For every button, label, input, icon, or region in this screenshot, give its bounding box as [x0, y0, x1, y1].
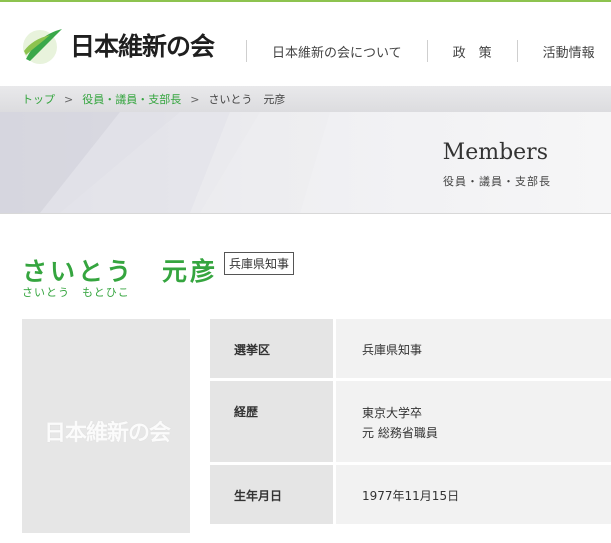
- member-photo-placeholder: 日本維新の会: [22, 319, 190, 533]
- main-nav: 日本維新の会について 政 策 活動情報: [246, 40, 611, 62]
- breadcrumb: トップ > 役員・議員・支部長 > さいとう 元彦: [0, 86, 611, 112]
- info-value-line: 1977年11月15日: [362, 489, 460, 503]
- page-title: Members: [442, 140, 548, 165]
- info-label: 生年月日: [210, 465, 333, 524]
- page-subtitle: 役員・議員・支部長: [443, 175, 551, 188]
- logo-text: 日本維新の会: [70, 32, 215, 61]
- info-value: 東京大学卒 元 総務省職員: [336, 381, 611, 462]
- site-logo[interactable]: 日本維新の会: [20, 25, 215, 65]
- member-info-table: 選挙区 兵庫県知事 経歴 東京大学卒 元 総務省職員 生年月日 1977年11月…: [210, 319, 611, 527]
- post-badge: 兵庫県知事: [224, 252, 295, 275]
- nav-policy[interactable]: 政 策: [428, 42, 517, 61]
- breadcrumb-members-link[interactable]: 役員・議員・支部長: [82, 91, 181, 107]
- member-name-kana: さいとう もとひこ: [22, 286, 130, 299]
- leaf-logo-icon: [23, 29, 62, 64]
- info-row-career: 経歴 東京大学卒 元 総務省職員: [210, 381, 611, 462]
- info-value-line: 東京大学卒: [362, 406, 423, 420]
- info-value: 兵庫県知事: [336, 319, 611, 378]
- info-label: 選挙区: [210, 319, 333, 378]
- site-header: 日本維新の会 日本維新の会について 政 策 活動情報: [0, 2, 611, 86]
- nav-about[interactable]: 日本維新の会について: [247, 42, 427, 61]
- breadcrumb-separator: >: [190, 92, 200, 106]
- info-row-district: 選挙区 兵庫県知事: [210, 319, 611, 378]
- breadcrumb-separator: >: [64, 92, 74, 106]
- info-value-line: 兵庫県知事: [362, 343, 423, 357]
- breadcrumb-top-link[interactable]: トップ: [22, 91, 55, 107]
- info-value-line: 元 総務省職員: [362, 426, 438, 440]
- page-hero-banner: Members 役員・議員・支部長: [0, 112, 611, 213]
- nav-activities[interactable]: 活動情報: [518, 42, 611, 61]
- photo-watermark-logo: 日本維新の会: [44, 420, 171, 446]
- breadcrumb-current: さいとう 元彦: [208, 93, 286, 106]
- info-value: 1977年11月15日: [336, 465, 611, 524]
- member-name: さいとう 元彦: [22, 257, 219, 286]
- hero-divider: [0, 213, 611, 214]
- info-label: 経歴: [210, 381, 333, 462]
- info-row-birthdate: 生年月日 1977年11月15日: [210, 465, 611, 524]
